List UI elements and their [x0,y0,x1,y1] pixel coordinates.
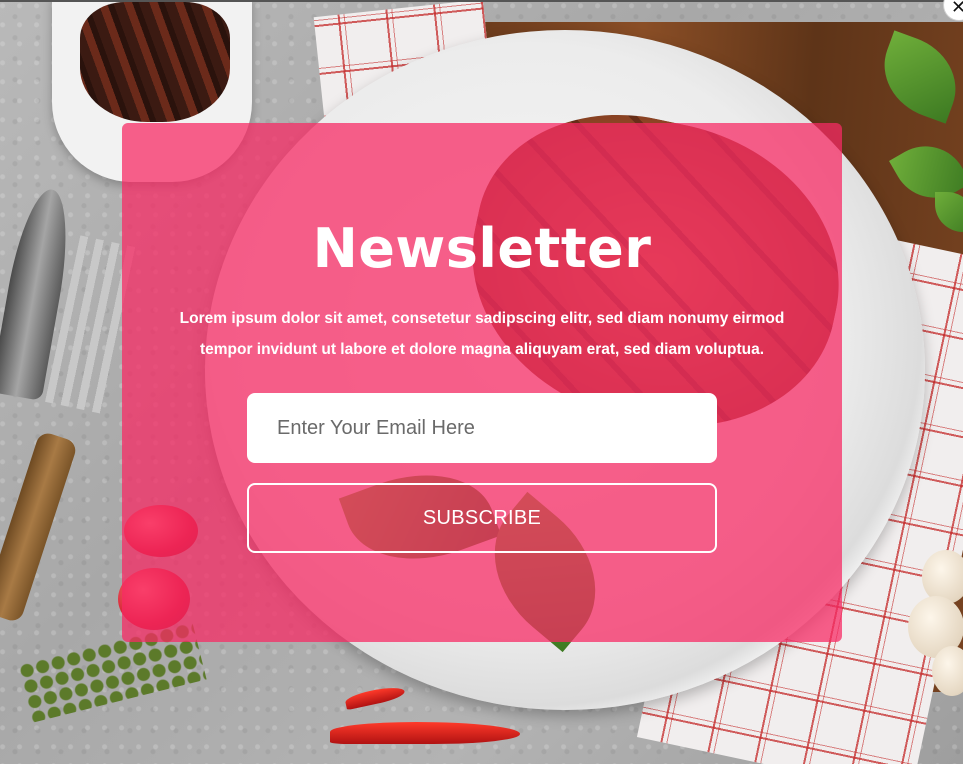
newsletter-description: Lorem ipsum dolor sit amet, consetetur s… [179,310,785,358]
newsletter-panel: Newsletter Lorem ipsum dolor sit amet, c… [122,123,842,642]
close-icon: ✕ [951,0,963,18]
email-input[interactable] [247,393,717,463]
subscribe-button[interactable]: SUBSCRIBE [247,483,717,553]
red-chili [344,683,406,711]
fork-handle [0,430,79,624]
red-chili [330,722,520,744]
newsletter-title: Newsletter [312,217,652,280]
dried-chilies [80,2,230,122]
